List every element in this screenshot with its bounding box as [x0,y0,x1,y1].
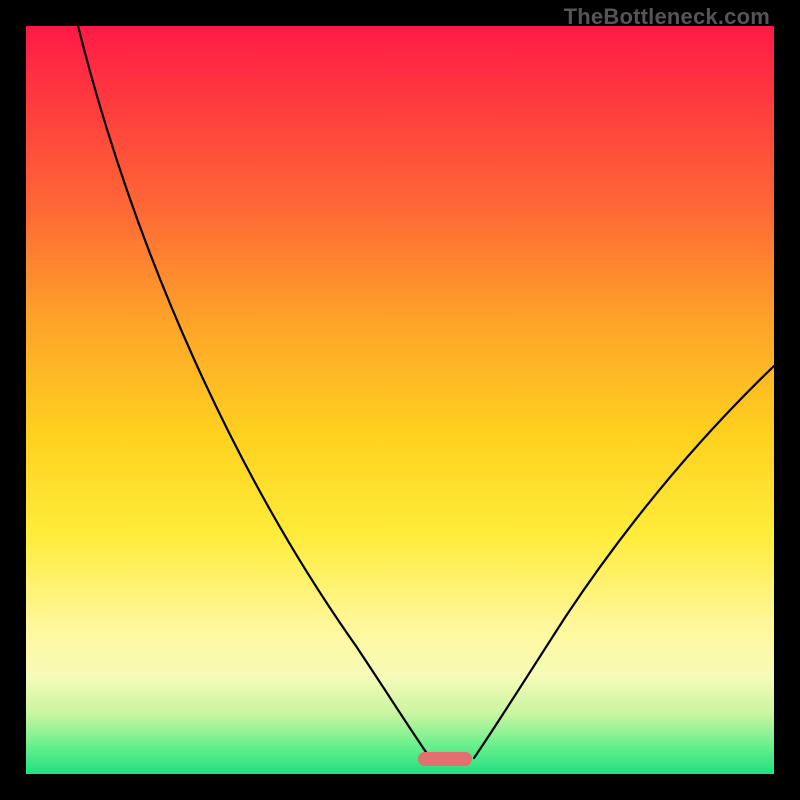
chart-frame: TheBottleneck.com [0,0,800,800]
curve-left-path [78,26,430,758]
optimum-marker [418,752,472,766]
bottleneck-curve [26,26,774,774]
curve-right-path [474,366,774,758]
plot-area [26,26,774,774]
